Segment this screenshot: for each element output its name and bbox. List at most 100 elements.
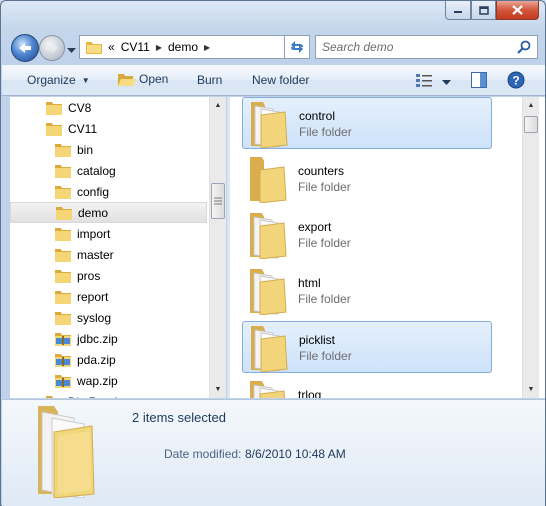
- folder-icon: [55, 248, 71, 262]
- organize-button[interactable]: Organize ▼: [27, 73, 90, 87]
- file-type: File folder: [298, 292, 351, 306]
- new-folder-label: New folder: [252, 73, 310, 87]
- folder-icon: [55, 185, 71, 199]
- maximize-button[interactable]: [471, 1, 496, 20]
- tree-item-master[interactable]: master: [10, 244, 207, 265]
- change-view-button[interactable]: [416, 73, 434, 90]
- preview-pane-button[interactable]: [471, 72, 487, 91]
- address-bar[interactable]: « CV11 ▶ demo ▶: [79, 35, 307, 59]
- tree-item-import[interactable]: import: [10, 223, 207, 244]
- tree-item-cv11[interactable]: CV11: [10, 118, 207, 139]
- open-folder-icon: [118, 74, 136, 86]
- folder-with-documents-icon: [38, 406, 95, 498]
- command-toolbar: Organize ▼ Open Burn New folder ?: [2, 65, 545, 96]
- help-button[interactable]: ?: [507, 71, 525, 92]
- selection-count: 2 items selected: [132, 410, 226, 425]
- view-options-dropdown[interactable]: [442, 75, 451, 89]
- tree-item-jdbc-zip[interactable]: jdbc.zip: [10, 328, 207, 349]
- folder-icon: [55, 269, 71, 283]
- search-box[interactable]: [315, 35, 538, 59]
- folder-icon: [55, 164, 71, 178]
- navigation-pane[interactable]: CV8 CV11 bin catalog config demo import master p…: [10, 97, 226, 398]
- tree-item-label: config: [77, 184, 110, 199]
- open-button[interactable]: Open: [118, 71, 168, 87]
- file-item-html[interactable]: html File folder: [242, 265, 492, 317]
- forward-button[interactable]: [39, 35, 65, 61]
- tree-item-label: jdbc.zip: [77, 331, 118, 346]
- scroll-thumb[interactable]: [524, 116, 538, 133]
- back-arrow-icon: [19, 43, 31, 53]
- close-button[interactable]: [496, 1, 539, 20]
- navigation-scrollbar[interactable]: ▲ ▼: [209, 97, 226, 398]
- zip-folder-icon: [55, 353, 71, 367]
- refresh-button[interactable]: [284, 35, 310, 59]
- file-item-picklist[interactable]: picklist File folder: [242, 321, 492, 373]
- folder-icon: [46, 101, 62, 115]
- tree-item-demo[interactable]: demo: [10, 202, 207, 223]
- tree-item-distreadmes[interactable]: DistReadmes: [10, 391, 207, 398]
- burn-button[interactable]: Burn: [197, 73, 222, 87]
- scroll-thumb[interactable]: [211, 183, 225, 219]
- file-item-counters[interactable]: counters File folder: [242, 153, 492, 205]
- search-input[interactable]: [322, 40, 518, 54]
- scroll-up-button[interactable]: ▲: [523, 97, 539, 114]
- explorer-window: « CV11 ▶ demo ▶ Organize ▼ Open Burn: [0, 0, 546, 506]
- tree-item-pros[interactable]: pros: [10, 265, 207, 286]
- zip-folder-icon: [55, 332, 71, 346]
- zip-folder-icon: [55, 353, 71, 367]
- maximize-icon: [478, 5, 489, 15]
- folder-icon: [86, 42, 102, 54]
- search-icon[interactable]: [517, 40, 531, 54]
- folder-icon: [56, 206, 72, 220]
- address-segment-demo[interactable]: demo: [168, 40, 198, 54]
- tree-item-label: catalog: [77, 163, 116, 178]
- back-button[interactable]: [11, 34, 39, 62]
- scroll-up-button[interactable]: ▲: [210, 97, 226, 114]
- folder-icon: [250, 157, 287, 204]
- burn-label: Burn: [197, 73, 223, 87]
- tree-item-bin[interactable]: bin: [10, 139, 207, 160]
- recent-pages-dropdown[interactable]: [67, 43, 76, 57]
- folder-with-document-icon: [248, 267, 288, 318]
- close-icon: [512, 5, 523, 15]
- tree-item-report[interactable]: report: [10, 286, 207, 307]
- folder-icon: [46, 122, 62, 136]
- file-item-control[interactable]: control File folder: [242, 97, 492, 149]
- caption-buttons: [445, 1, 539, 20]
- file-list-scrollbar[interactable]: ▲ ▼: [522, 97, 539, 398]
- tree-item-label: syslog: [77, 310, 112, 325]
- folder-icon: [55, 269, 71, 283]
- tree-item-wap-zip[interactable]: wap.zip: [10, 370, 207, 391]
- scroll-down-button[interactable]: ▼: [523, 381, 539, 398]
- date-modified-value: 8/6/2010 10:48 AM: [245, 447, 346, 461]
- tree-item-label: pros: [77, 268, 101, 283]
- file-item-export[interactable]: export File folder: [242, 209, 492, 261]
- tree-item-config[interactable]: config: [10, 181, 207, 202]
- file-name: control: [299, 109, 336, 123]
- details-pane: 2 items selected Date modified: 8/6/2010…: [2, 399, 545, 506]
- tree-item-label: report: [77, 289, 109, 304]
- new-folder-button[interactable]: New folder: [252, 73, 309, 87]
- file-item-trlog[interactable]: trlog: [242, 377, 492, 398]
- file-name: counters: [298, 164, 345, 178]
- folder-with-documents-icon: [250, 381, 285, 398]
- address-overflow[interactable]: «: [108, 40, 115, 54]
- folder-icon: [46, 395, 62, 398]
- tree-item-cv8[interactable]: CV8: [10, 97, 207, 118]
- navigation-bar: « CV11 ▶ demo ▶: [9, 31, 539, 63]
- chevron-right-icon[interactable]: ▶: [204, 43, 210, 52]
- folder-icon: [55, 311, 71, 325]
- tree-item-pda-zip[interactable]: pda.zip: [10, 349, 207, 370]
- tree-item-syslog[interactable]: syslog: [10, 307, 207, 328]
- scroll-down-button[interactable]: ▼: [210, 381, 226, 398]
- tree-item-catalog[interactable]: catalog: [10, 160, 207, 181]
- organize-label: Organize: [27, 73, 76, 87]
- file-name: html: [298, 276, 321, 290]
- address-segment-cv11[interactable]: CV11: [121, 40, 150, 54]
- file-list-pane[interactable]: control File folder counters File folder exp…: [230, 97, 545, 398]
- folder-icon: [55, 164, 71, 178]
- minimize-button[interactable]: [445, 1, 471, 20]
- chevron-right-icon[interactable]: ▶: [156, 43, 162, 52]
- folder-icon: [55, 311, 71, 325]
- tree-item-label: import: [77, 226, 111, 241]
